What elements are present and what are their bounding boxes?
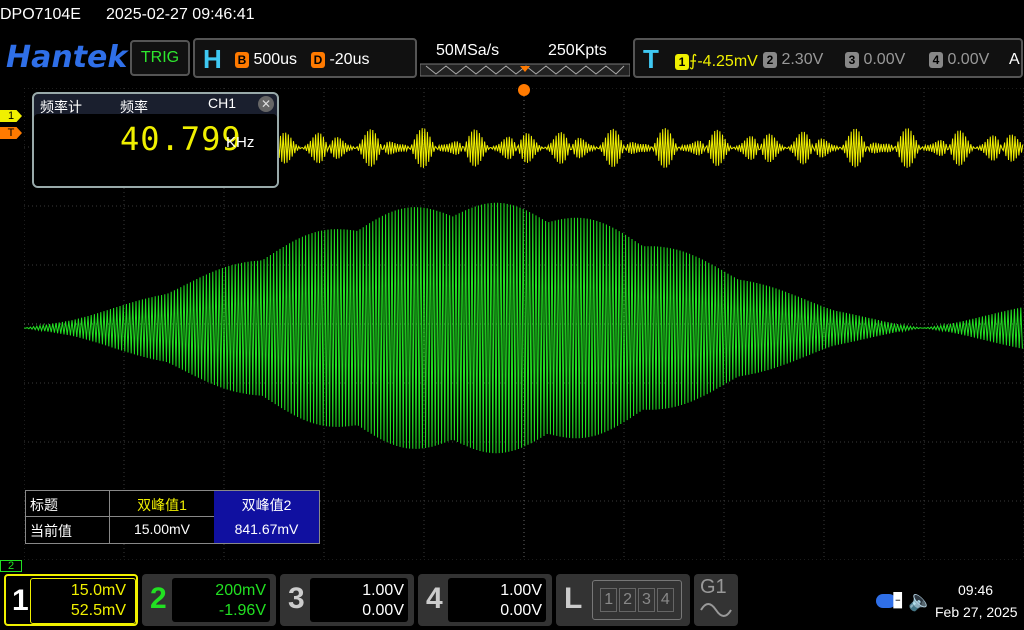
trig-ch1-level: -4.25mV — [697, 53, 758, 70]
d-tag: D — [311, 51, 325, 68]
ch4-scale: 1.00V — [500, 582, 542, 599]
measurement-name-1: 双峰值1 — [110, 491, 214, 517]
ch2-waveform — [24, 202, 1023, 454]
clock-date: Feb 27, 2025 — [935, 604, 1018, 620]
ch1-number: 1 — [12, 584, 29, 617]
ch1-marker[interactable]: 1 — [0, 110, 22, 122]
usb-icon: 🁢 — [892, 592, 904, 608]
measurement-name-2: 双峰值2 — [214, 491, 319, 517]
ch4-offset: 0.00V — [500, 602, 542, 619]
trig-ch3-level: 0.00V — [863, 51, 906, 68]
logic-bit-2: 2 — [619, 588, 636, 612]
trigger-mode: A — [1009, 51, 1020, 68]
ch3-panel[interactable]: 3 1.00V 0.00V — [280, 574, 414, 626]
counter-channel: CH1 — [208, 95, 237, 111]
ch1-panel[interactable]: 1 15.0mV 52.5mV — [4, 574, 138, 626]
clock-time: 09:46 — [958, 582, 994, 598]
trig-ch1-tag: 1 — [675, 53, 689, 70]
ch4-panel[interactable]: 4 1.00V 0.00V — [418, 574, 552, 626]
timebase-value: 500us — [253, 51, 298, 68]
trig-button[interactable]: TRIG — [130, 40, 190, 76]
speaker-icon[interactable]: 🔈 — [908, 588, 933, 613]
table-header-title: 标题 — [26, 491, 110, 517]
trig-ch2-level: 2.30V — [781, 51, 824, 68]
generator-label: G1 — [700, 576, 727, 598]
generator-panel[interactable]: G1 — [694, 574, 738, 626]
logic-bit-3: 3 — [638, 588, 655, 612]
ch4-number: 4 — [426, 582, 443, 615]
ch2-number: 2 — [150, 582, 167, 615]
frequency-value: 40.799 — [120, 120, 242, 158]
ch3-scale: 1.00V — [362, 582, 404, 599]
measurement-value-1: 15.00mV — [110, 517, 214, 543]
ch2-panel[interactable]: 2 200mV -1.96V — [142, 574, 276, 626]
horizontal-panel[interactable]: H B 500us D -20us — [193, 38, 417, 78]
logic-bit-4: 4 — [656, 588, 674, 612]
logic-bit-1: 1 — [600, 588, 618, 612]
status-bar: DPO7104E 2025-02-27 09:46:41 — [0, 0, 1024, 32]
sample-rate: 50MSa/s — [436, 42, 500, 59]
model-name: DPO7104E — [0, 6, 81, 23]
logic-letter: L — [564, 582, 583, 615]
trigger-letter: T — [643, 44, 659, 74]
brand-logo: Hantek — [6, 40, 128, 75]
measurement-table[interactable]: 标题 双峰值1 双峰值2 当前值 15.00mV 841.67mV — [25, 490, 320, 544]
frequency-unit: KHz — [226, 134, 255, 151]
ch2-trace — [24, 202, 1023, 454]
ch1-waveform — [273, 128, 1024, 168]
horizontal-letter: H — [203, 44, 222, 74]
ch1-trace — [273, 128, 1024, 168]
table-header-current: 当前值 — [26, 517, 110, 543]
datetime: 2025-02-27 09:46:41 — [106, 6, 255, 23]
frequency-counter-panel[interactable]: 频率计 频率 CH1 ✕ 40.799 KHz — [32, 92, 279, 188]
close-icon[interactable]: ✕ — [258, 96, 274, 112]
trigger-level-marker[interactable]: T — [0, 127, 22, 139]
sine-wave-icon — [700, 603, 732, 617]
ch2-offset: -1.96V — [218, 602, 266, 619]
trig-ch4-level: 0.00V — [947, 51, 990, 68]
measurement-value-2: 841.67mV — [214, 517, 319, 543]
ch3-number: 3 — [288, 582, 305, 615]
trigger-position-marker[interactable] — [518, 84, 530, 96]
ch1-scale: 15.0mV — [70, 582, 126, 599]
ch1-offset: 52.5mV — [70, 602, 126, 619]
trig-ch4-tag: 4 — [929, 51, 943, 68]
ch2-scale: 200mV — [215, 582, 266, 599]
b-tag: B — [235, 51, 249, 68]
record-length: 250Kpts — [548, 42, 607, 59]
ch2-marker[interactable]: 2 — [0, 560, 22, 572]
trig-ch3-tag: 3 — [845, 51, 859, 68]
timeline-overview — [420, 63, 630, 77]
trigger-panel[interactable]: T 1 ⨍-4.25mV 2 2.30V 3 0.00V 4 0.00V A — [633, 38, 1023, 78]
trig-ch2-tag: 2 — [763, 51, 777, 68]
logic-panel[interactable]: L 1 2 3 4 — [556, 574, 690, 626]
ch3-offset: 0.00V — [362, 602, 404, 619]
delay-value: -20us — [329, 51, 370, 68]
acquisition-panel[interactable]: 50MSa/s 250Kpts — [420, 38, 630, 78]
